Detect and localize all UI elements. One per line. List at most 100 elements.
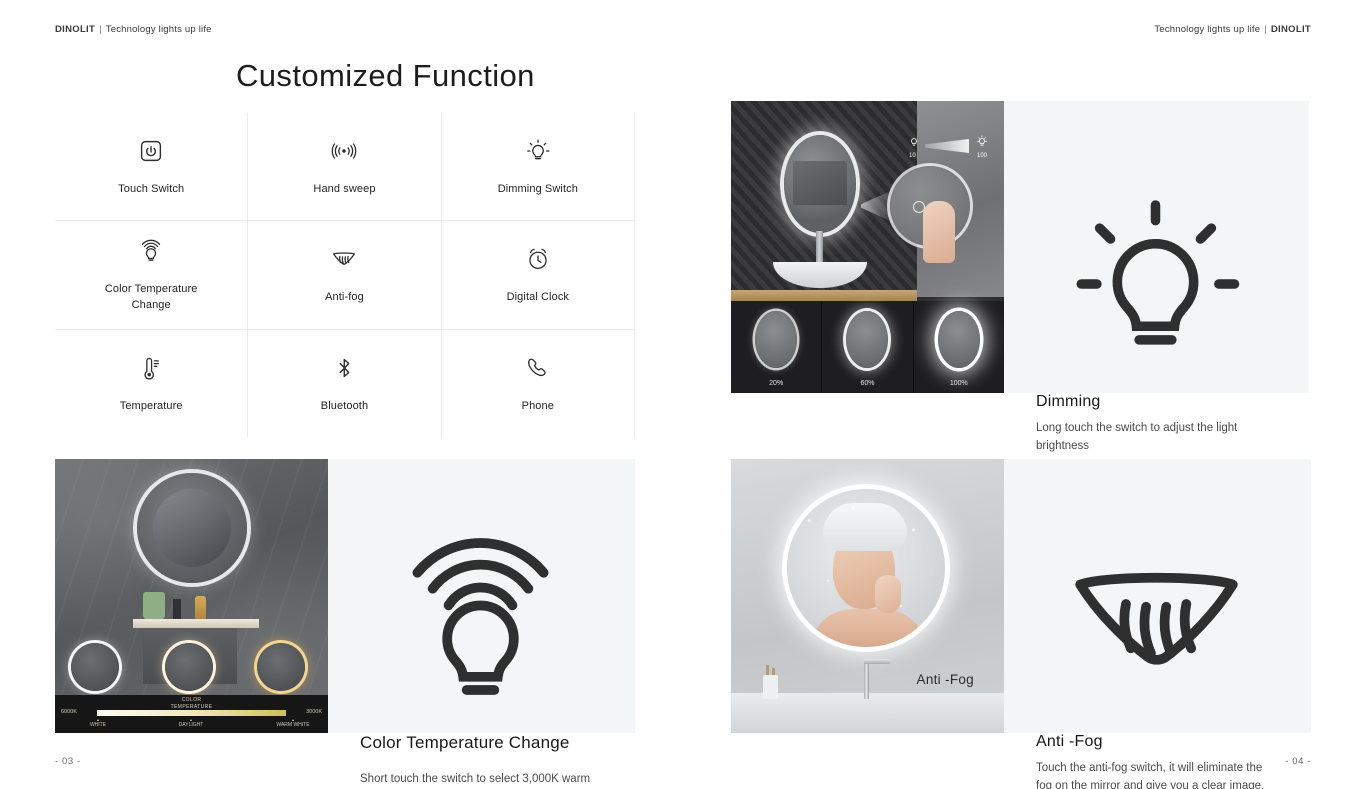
feature-cell-touch-switch[interactable]: Touch Switch <box>55 113 249 222</box>
panel-dimming: 10 100 20% 60% 100% Dimming Long touch t… <box>731 101 1309 452</box>
slide-page: DINOLIT | Technology lights up life Techno… <box>0 0 1366 789</box>
feature-label: Bluetooth <box>320 399 369 412</box>
header-separator-left: | <box>99 24 102 35</box>
panel-color-temperature-change: COLOR TEMPERATURE 6000K 3000K WHITE DAYL… <box>55 459 635 785</box>
anti-fog-photo: Anti -Fog <box>731 459 1004 733</box>
color-temperature-photo: COLOR TEMPERATURE 6000K 3000K WHITE DAYL… <box>55 459 328 733</box>
photo-counter-shelf <box>731 693 1004 733</box>
photo-counter <box>731 290 917 301</box>
kelvin-gradient <box>97 710 286 716</box>
brightness-level-label: 60% <box>860 380 875 387</box>
panel-description: Touch the anti-fog switch, it will elimi… <box>1036 762 1265 789</box>
thermometer-icon <box>136 353 166 383</box>
panel-title: Anti -Fog <box>1036 733 1103 750</box>
bulb-color-arcs-icon <box>360 511 601 733</box>
photo-kelvin-bar: COLOR TEMPERATURE 6000K 3000K WHITE DAYL… <box>55 695 328 733</box>
panel-title: Color Temperature Change <box>360 733 570 752</box>
kelvin-left-label: 6000K <box>61 709 77 715</box>
header-left: DINOLIT | Technology lights up life <box>55 24 212 40</box>
color-temperature-info: Color Temperature Change Short touch the… <box>328 459 635 785</box>
sample-mirror <box>846 311 889 368</box>
sample-mirror <box>937 311 980 368</box>
panel-description: Short touch the switch to select 3,000K … <box>360 773 591 785</box>
photo-plant <box>143 592 165 620</box>
bulb-color-arcs-icon <box>136 236 166 266</box>
sample-mirror-warm-white <box>257 643 305 691</box>
kelvin-tick-label: DAYLIGHT <box>156 718 226 728</box>
kelvin-tick-label: WHITE <box>63 718 133 728</box>
page-number-right: - 04 - <box>1285 756 1311 767</box>
photo-vanity-top <box>133 619 259 628</box>
brightness-scale-low: 10 <box>909 153 916 159</box>
dimming-photo: 10 100 20% 60% 100% <box>731 101 1004 393</box>
brand-name-right: DINOLIT <box>1270 24 1311 35</box>
feature-cell-hand-sweep[interactable]: Hand sweep <box>248 113 442 222</box>
power-switch-icon <box>136 136 166 166</box>
brightness-level-label: 20% <box>769 380 784 387</box>
feature-label: Phone <box>521 399 554 412</box>
sample-mirror-daylight <box>165 643 213 691</box>
photo-finger <box>923 201 955 263</box>
kelvin-tick-label: WARM WHITE <box>258 718 328 728</box>
photo-watermark: Anti -Fog <box>916 672 974 687</box>
header-tagline-right: Technology lights up life <box>1154 24 1261 35</box>
bulb-bright-icon <box>977 135 987 149</box>
feature-label: Digital Clock <box>506 291 570 304</box>
feature-cell-color-temperature-change[interactable]: Color Temperature Change <box>55 221 249 330</box>
brightness-scale-high: 100 <box>976 153 987 159</box>
feature-cell-bluetooth[interactable]: Bluetooth <box>248 329 442 438</box>
feature-cell-anti-fog[interactable]: Anti-fog <box>248 221 442 330</box>
brightness-sample: 20% <box>731 301 823 393</box>
panel-title: Dimming <box>1036 393 1101 410</box>
photo-water-droplets <box>787 489 945 647</box>
bluetooth-icon <box>329 353 359 383</box>
photo-round-mirror <box>137 473 247 583</box>
anti-fog-info: Anti -Fog Touch the anti-fog switch, it … <box>1004 459 1311 789</box>
light-bulb-rays-icon <box>523 136 553 166</box>
header-separator-right: | <box>1264 24 1267 35</box>
sample-mirror-cool-white <box>71 643 119 691</box>
feature-label: Color Temperature Change <box>104 283 198 311</box>
page-number-left: - 03 - <box>55 756 81 767</box>
photo-light-beam <box>925 139 969 153</box>
defogger-icon <box>329 244 359 274</box>
brightness-sample: 100% <box>914 301 1004 393</box>
motion-sensor-wave-icon <box>329 136 359 166</box>
feature-label: Hand sweep <box>313 182 376 195</box>
photo-round-lit-mirror <box>787 489 945 647</box>
brightness-level-label: 100% <box>949 380 968 387</box>
feature-label: Anti-fog <box>325 291 364 304</box>
photo-mirror-samples <box>55 637 328 697</box>
page-title: Customized Function <box>236 58 535 93</box>
brightness-sample: 60% <box>822 301 914 393</box>
photo-brightness-scale: 10 100 <box>909 135 987 165</box>
feature-cell-digital-clock[interactable]: Digital Clock <box>441 221 635 330</box>
feature-cell-dimming-switch[interactable]: Dimming Switch <box>441 113 635 222</box>
alarm-clock-icon <box>523 244 553 274</box>
photo-lamp <box>195 596 206 620</box>
feature-label: Touch Switch <box>118 182 185 195</box>
feature-grid: Touch Switch Hand sweep Dimming Switch C… <box>55 113 635 438</box>
light-bulb-rays-icon <box>1036 175 1275 393</box>
photo-cup <box>763 675 778 699</box>
panel-description: Long touch the switch to adjust the ligh… <box>1036 422 1238 452</box>
feature-cell-phone[interactable]: Phone <box>442 329 635 438</box>
bulb-dim-icon <box>909 135 919 149</box>
dimming-info: Dimming Long touch the switch to adjust … <box>1004 101 1309 452</box>
brand-name-left: DINOLIT <box>55 24 96 35</box>
photo-brightness-strip: 20% 60% 100% <box>731 301 1004 393</box>
defogger-icon <box>1036 511 1277 733</box>
photo-faucet <box>864 659 890 699</box>
photo-diffuser <box>173 599 181 620</box>
kelvin-bar-title: COLOR TEMPERATURE <box>170 697 213 710</box>
kelvin-right-label: 3000K <box>306 709 322 715</box>
panel-anti-fog: Anti -Fog Anti -Fog Touch the anti-fog s… <box>731 459 1311 789</box>
header-tagline-left: Technology lights up life <box>105 24 212 35</box>
sample-mirror <box>755 311 798 368</box>
feature-label: Dimming Switch <box>497 182 578 195</box>
feature-cell-temperature[interactable]: Temperature <box>55 329 249 438</box>
header-right: Technology lights up life | DINOLIT <box>1154 24 1311 40</box>
phone-handset-icon <box>523 353 553 383</box>
photo-oval-mirror <box>784 135 856 233</box>
feature-label: Temperature <box>119 399 183 412</box>
